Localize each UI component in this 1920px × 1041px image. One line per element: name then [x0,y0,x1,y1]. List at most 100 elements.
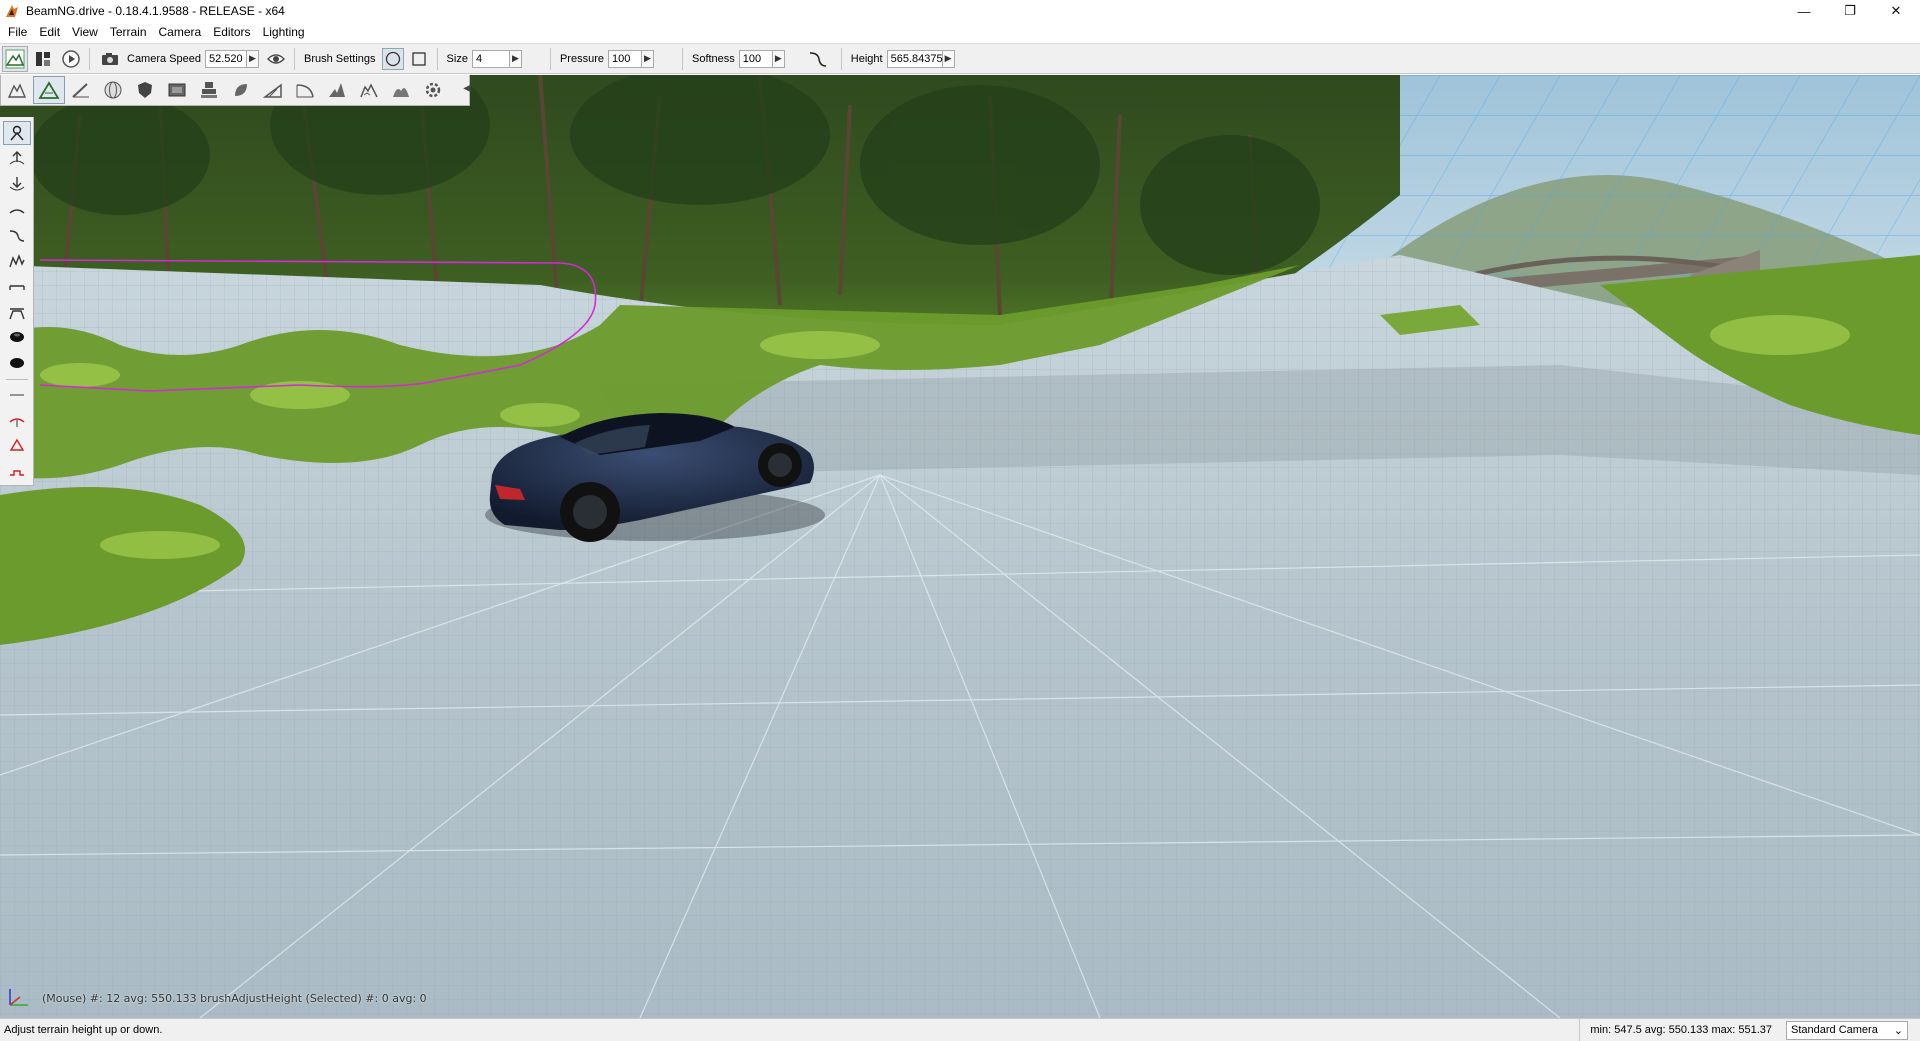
falloff-curve-button[interactable] [805,46,831,72]
hill-icon [393,88,409,97]
camera-mode-select[interactable]: Standard Camera ⌄ [1786,1020,1908,1040]
tool-settings[interactable] [417,76,449,104]
panel-layout-icon [36,51,50,66]
tool-terrain-select[interactable] [1,76,33,104]
ramp-icon [263,83,282,98]
height-stats: min: 547.5 avg: 550.133 max: 551.37 [1579,1018,1782,1041]
brush-slope-tool[interactable] [3,223,31,247]
material-icon [168,83,186,97]
title-bar: BeamNG.drive - 0.18.4.1.9588 - RELEASE -… [0,0,1920,22]
spike-icon [329,83,345,97]
tool-material[interactable] [161,76,193,104]
size-input[interactable]: 4 [471,49,510,68]
terrain-editor-button[interactable] [2,45,28,72]
camera-speed-input[interactable]: 52.520 [205,49,247,68]
play-button[interactable] [58,46,84,72]
brush-lower-tool[interactable] [3,172,31,196]
pressure-arrow[interactable]: ▶ [641,49,654,68]
menu-edit[interactable]: Edit [33,22,66,42]
menu-view[interactable]: View [66,22,104,42]
tool-erode[interactable] [353,76,385,104]
softness-arrow[interactable]: ▶ [772,49,785,68]
terrain-tool-strip: ◀ [0,75,471,106]
terrain-heightmap-icon [38,81,60,99]
menu-lighting[interactable]: Lighting [257,22,311,42]
brush-hole-tool[interactable] [3,351,31,375]
toolbar-separator [294,47,295,70]
erode-icon [360,83,378,98]
pressure-input[interactable]: 100 [607,49,642,68]
scene-render [0,75,1920,1018]
paint-brush-icon [72,83,89,98]
toolbar-separator [436,47,438,70]
empty-lower-icon [9,438,24,451]
camera-mode-value: Standard Camera [1791,1024,1878,1036]
brush-select-tool[interactable] [2,121,31,145]
brush-clear-tool[interactable] [3,383,31,407]
brush-fill-tool[interactable] [3,325,31,349]
height-input[interactable]: 565.84375 [886,49,943,68]
brush-readout: (Mouse) #: 12 avg: 550.133 brushAdjustHe… [42,992,427,1005]
beamng-app-icon [6,5,18,17]
brush-empty-up-tool[interactable] [3,409,31,433]
tool-stamp[interactable] [193,76,225,104]
terrain-select-icon [7,83,27,98]
tool-noise[interactable] [385,76,417,104]
tool-terrain-paint[interactable] [65,76,97,104]
main-toolbar: Camera Speed 52.520 ▶ Brush Settings Siz… [0,43,1920,74]
minimize-button[interactable]: — [1781,0,1827,22]
brush-flatten-tool[interactable] [3,274,31,298]
camera-icon [102,52,118,65]
height-label: Height [850,52,883,65]
menu-camera[interactable]: Camera [153,22,208,42]
layout-button[interactable] [30,46,56,72]
height-arrow[interactable]: ▶ [942,49,955,68]
menu-bar: File Edit View Terrain Camera Editors Li… [0,22,1920,42]
3d-viewport[interactable] [0,75,1920,1018]
lower-height-icon [9,177,24,191]
brush-noise-tool[interactable] [3,249,31,273]
menu-editors[interactable]: Editors [207,22,256,42]
brush-empty-down-tool[interactable] [3,434,31,458]
terrain-editor-icon [5,49,25,68]
tool-curve[interactable] [289,76,321,104]
toolbar-separator [549,47,551,70]
raise-height-icon [9,150,24,164]
softness-input[interactable]: 100 [738,49,773,68]
size-label: Size [446,52,468,65]
axis-gizmo-icon [9,989,28,1006]
play-icon [62,49,80,68]
brush-raise-tool[interactable] [3,147,31,171]
tool-terrain-heightmap[interactable] [33,76,65,104]
brush-smooth-tool[interactable] [3,198,31,222]
camera-button[interactable] [97,46,123,72]
tool-smooth[interactable] [225,76,257,104]
tool-sphere[interactable] [97,76,129,104]
toolstrip-collapse-icon[interactable]: ◀ [463,83,471,94]
size-arrow[interactable]: ▶ [509,49,522,68]
tool-flatten[interactable] [321,76,353,104]
toolbar-separator [840,47,842,70]
status-bar: Adjust terrain height up or down. min: 5… [0,1018,1920,1041]
restore-button[interactable]: ❐ [1827,0,1873,22]
eye-icon [267,53,285,64]
menu-terrain[interactable]: Terrain [104,22,153,42]
tool-shield[interactable] [129,76,161,104]
visibility-button[interactable] [263,46,289,72]
tool-ramp[interactable] [257,76,289,104]
leaf-icon [235,84,247,96]
brush-set-height-tool[interactable] [3,300,31,324]
square-brush-button[interactable] [408,48,430,70]
empty-raise-icon [9,417,24,427]
ellipse-icon [9,357,24,368]
circle-brush-button[interactable] [381,47,404,70]
menu-file[interactable]: File [2,22,33,42]
close-button[interactable]: ✕ [1873,0,1919,22]
brush-empty-flat-tool[interactable] [3,460,31,484]
select-terrain-icon [9,125,24,141]
stamp-icon [201,82,217,98]
falloff-curve-icon [809,51,826,67]
status-message: Adjust terrain height up or down. [4,1024,163,1036]
camera-speed-arrow[interactable]: ▶ [247,49,259,68]
toolbar-separator [89,47,90,70]
